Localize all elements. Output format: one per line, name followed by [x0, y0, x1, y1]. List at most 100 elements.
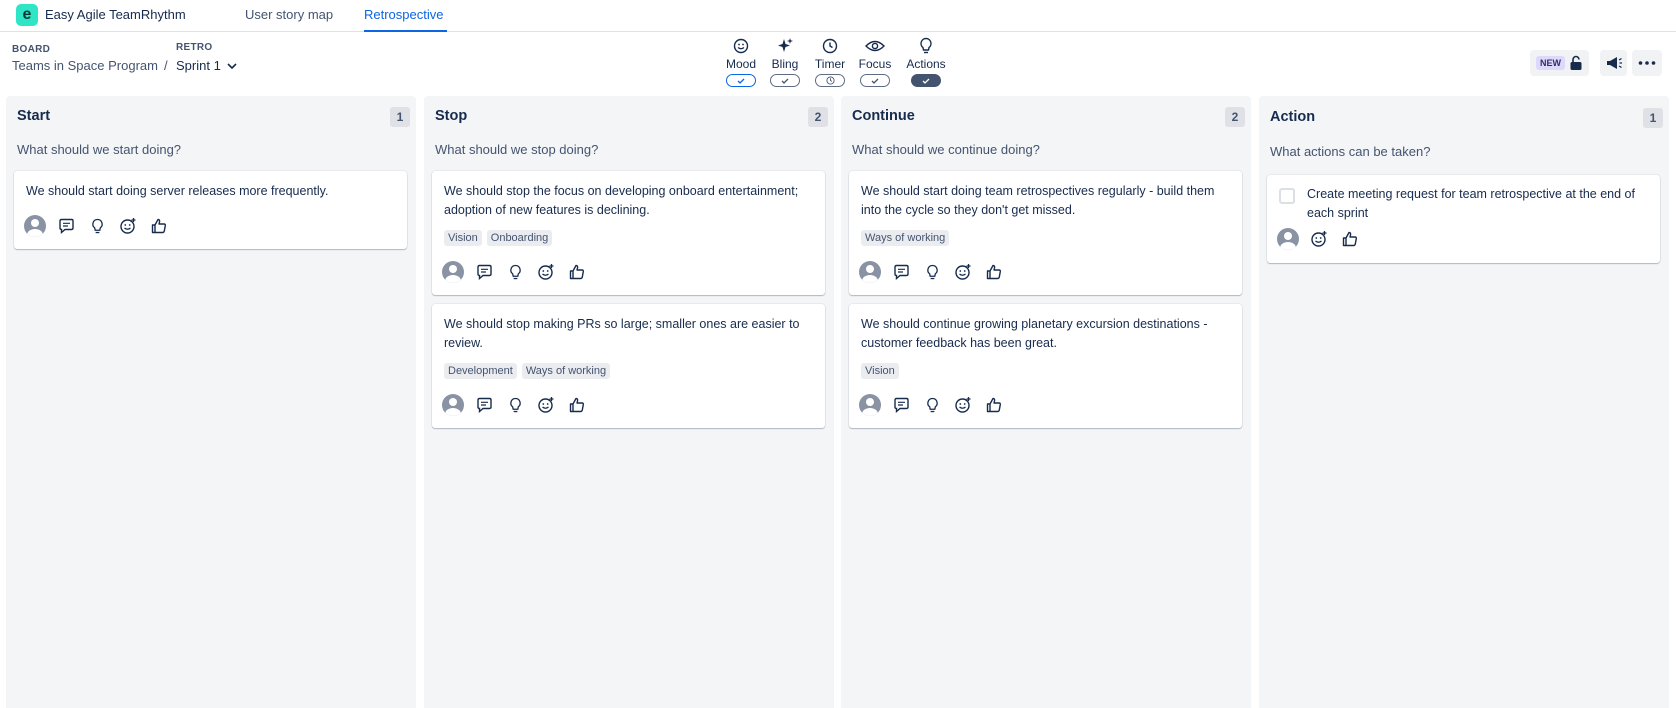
lightbulb-icon[interactable]	[921, 261, 943, 283]
top-navigation: e Easy Agile TeamRhythm User story map R…	[0, 0, 1676, 32]
sprint-name: Sprint 1	[176, 58, 221, 73]
column-action: Action 1 What actions can be taken? Crea…	[1259, 96, 1669, 708]
chevron-down-icon	[227, 62, 237, 69]
actions-label: Actions	[906, 57, 946, 71]
column-title: Action	[1270, 109, 1316, 125]
tag[interactable]: Development	[444, 363, 517, 379]
lightbulb-icon	[920, 37, 932, 54]
smiley-icon	[733, 38, 749, 54]
actions-tool[interactable]: Actions	[896, 36, 956, 87]
unlock-icon	[1570, 55, 1582, 70]
column-count: 2	[1225, 107, 1245, 127]
column-count: 1	[1643, 108, 1663, 128]
column-count: 2	[808, 107, 828, 127]
column-prompt: What should we start doing?	[17, 142, 182, 157]
bling-toggle[interactable]	[770, 74, 800, 87]
avatar[interactable]	[24, 215, 46, 237]
action-checkbox[interactable]	[1279, 188, 1295, 204]
tag[interactable]: Ways of working	[521, 363, 611, 379]
eye-icon	[865, 40, 885, 52]
mood-toggle[interactable]	[726, 74, 756, 87]
tag[interactable]: Vision	[444, 230, 482, 246]
column-start: Start 1 What should we start doing? We s…	[6, 96, 416, 708]
card-text: We should continue growing planetary exc…	[861, 317, 1208, 350]
tab-retrospective[interactable]: Retrospective	[364, 7, 443, 22]
avatar[interactable]	[1277, 228, 1299, 250]
add-reaction-icon[interactable]	[952, 261, 974, 283]
timer-toggle[interactable]	[815, 74, 845, 87]
card-text: Create meeting request for team retrospe…	[1307, 187, 1635, 220]
column-title: Stop	[435, 108, 468, 124]
clock-small-icon	[825, 76, 835, 85]
focus-toggle[interactable]	[860, 74, 890, 87]
announcement-button[interactable]	[1600, 50, 1627, 76]
check-icon	[871, 78, 879, 84]
lightbulb-icon[interactable]	[86, 215, 108, 237]
thumbs-up-icon[interactable]	[983, 394, 1005, 416]
avatar[interactable]	[859, 261, 881, 283]
avatar[interactable]	[442, 261, 464, 283]
thumbs-up-icon[interactable]	[566, 261, 588, 283]
sprint-selector[interactable]: Sprint 1	[176, 58, 237, 73]
retro-label: RETRO	[176, 42, 213, 53]
retro-card[interactable]: We should stop the focus on developing o…	[432, 171, 825, 295]
active-tab-indicator	[364, 30, 447, 32]
add-reaction-icon[interactable]	[535, 394, 557, 416]
add-reaction-icon[interactable]	[952, 394, 974, 416]
app-name: Easy Agile TeamRhythm	[45, 7, 186, 22]
thumbs-up-icon[interactable]	[148, 215, 170, 237]
tag[interactable]: Vision	[861, 363, 899, 379]
tag[interactable]: Ways of working	[861, 230, 950, 246]
card-text: We should start doing team retrospective…	[861, 184, 1215, 217]
column-prompt: What should we stop doing?	[435, 142, 599, 157]
app-logo[interactable]: e	[16, 4, 38, 26]
comment-icon[interactable]	[890, 261, 912, 283]
thumbs-up-icon[interactable]	[566, 394, 588, 416]
board-name[interactable]: Teams in Space Program	[12, 58, 158, 73]
lightbulb-icon[interactable]	[504, 261, 526, 283]
breadcrumb-separator: /	[164, 58, 168, 73]
column-title: Start	[17, 108, 51, 124]
avatar[interactable]	[859, 394, 881, 416]
thumbs-up-icon[interactable]	[983, 261, 1005, 283]
comment-icon[interactable]	[890, 394, 912, 416]
lightbulb-icon[interactable]	[921, 394, 943, 416]
avatar[interactable]	[442, 394, 464, 416]
card-text: We should stop the focus on developing o…	[444, 184, 799, 217]
megaphone-icon	[1606, 57, 1622, 69]
retro-card[interactable]: We should start doing team retrospective…	[849, 171, 1242, 295]
check-icon	[737, 78, 745, 84]
tab-user-story-map[interactable]: User story map	[245, 7, 333, 22]
retro-card[interactable]: We should start doing server releases mo…	[14, 171, 407, 249]
lock-board-button[interactable]: NEW	[1530, 50, 1589, 76]
add-reaction-icon[interactable]	[1308, 228, 1330, 250]
sparkles-icon	[778, 38, 793, 52]
tag[interactable]: Onboarding	[486, 230, 553, 246]
add-reaction-icon[interactable]	[117, 215, 139, 237]
retro-card[interactable]: We should stop making PRs so large; smal…	[432, 304, 825, 428]
column-stop: Stop 2 What should we stop doing? We sho…	[424, 96, 834, 708]
retro-card[interactable]: We should continue growing planetary exc…	[849, 304, 1242, 428]
add-reaction-icon[interactable]	[535, 261, 557, 283]
column-count: 1	[390, 107, 410, 127]
card-text: We should stop making PRs so large; smal…	[444, 317, 800, 350]
more-options-button[interactable]	[1632, 50, 1662, 76]
comment-icon[interactable]	[473, 261, 495, 283]
column-prompt: What should we continue doing?	[852, 142, 1040, 157]
thumbs-up-icon[interactable]	[1339, 228, 1361, 250]
column-title: Continue	[852, 108, 915, 124]
comment-icon[interactable]	[55, 215, 77, 237]
app-logo-letter: e	[22, 6, 32, 23]
action-card[interactable]: Create meeting request for team retrospe…	[1267, 175, 1660, 263]
actions-toggle[interactable]	[911, 74, 941, 87]
lightbulb-icon[interactable]	[504, 394, 526, 416]
column-prompt: What actions can be taken?	[1270, 144, 1431, 159]
more-icon	[1638, 61, 1656, 65]
comment-icon[interactable]	[473, 394, 495, 416]
column-continue: Continue 2 What should we continue doing…	[841, 96, 1251, 708]
card-text: We should start doing server releases mo…	[26, 184, 329, 198]
clock-icon	[822, 38, 838, 54]
check-icon	[781, 78, 789, 84]
board-label: BOARD	[12, 44, 51, 55]
check-icon	[922, 78, 930, 84]
